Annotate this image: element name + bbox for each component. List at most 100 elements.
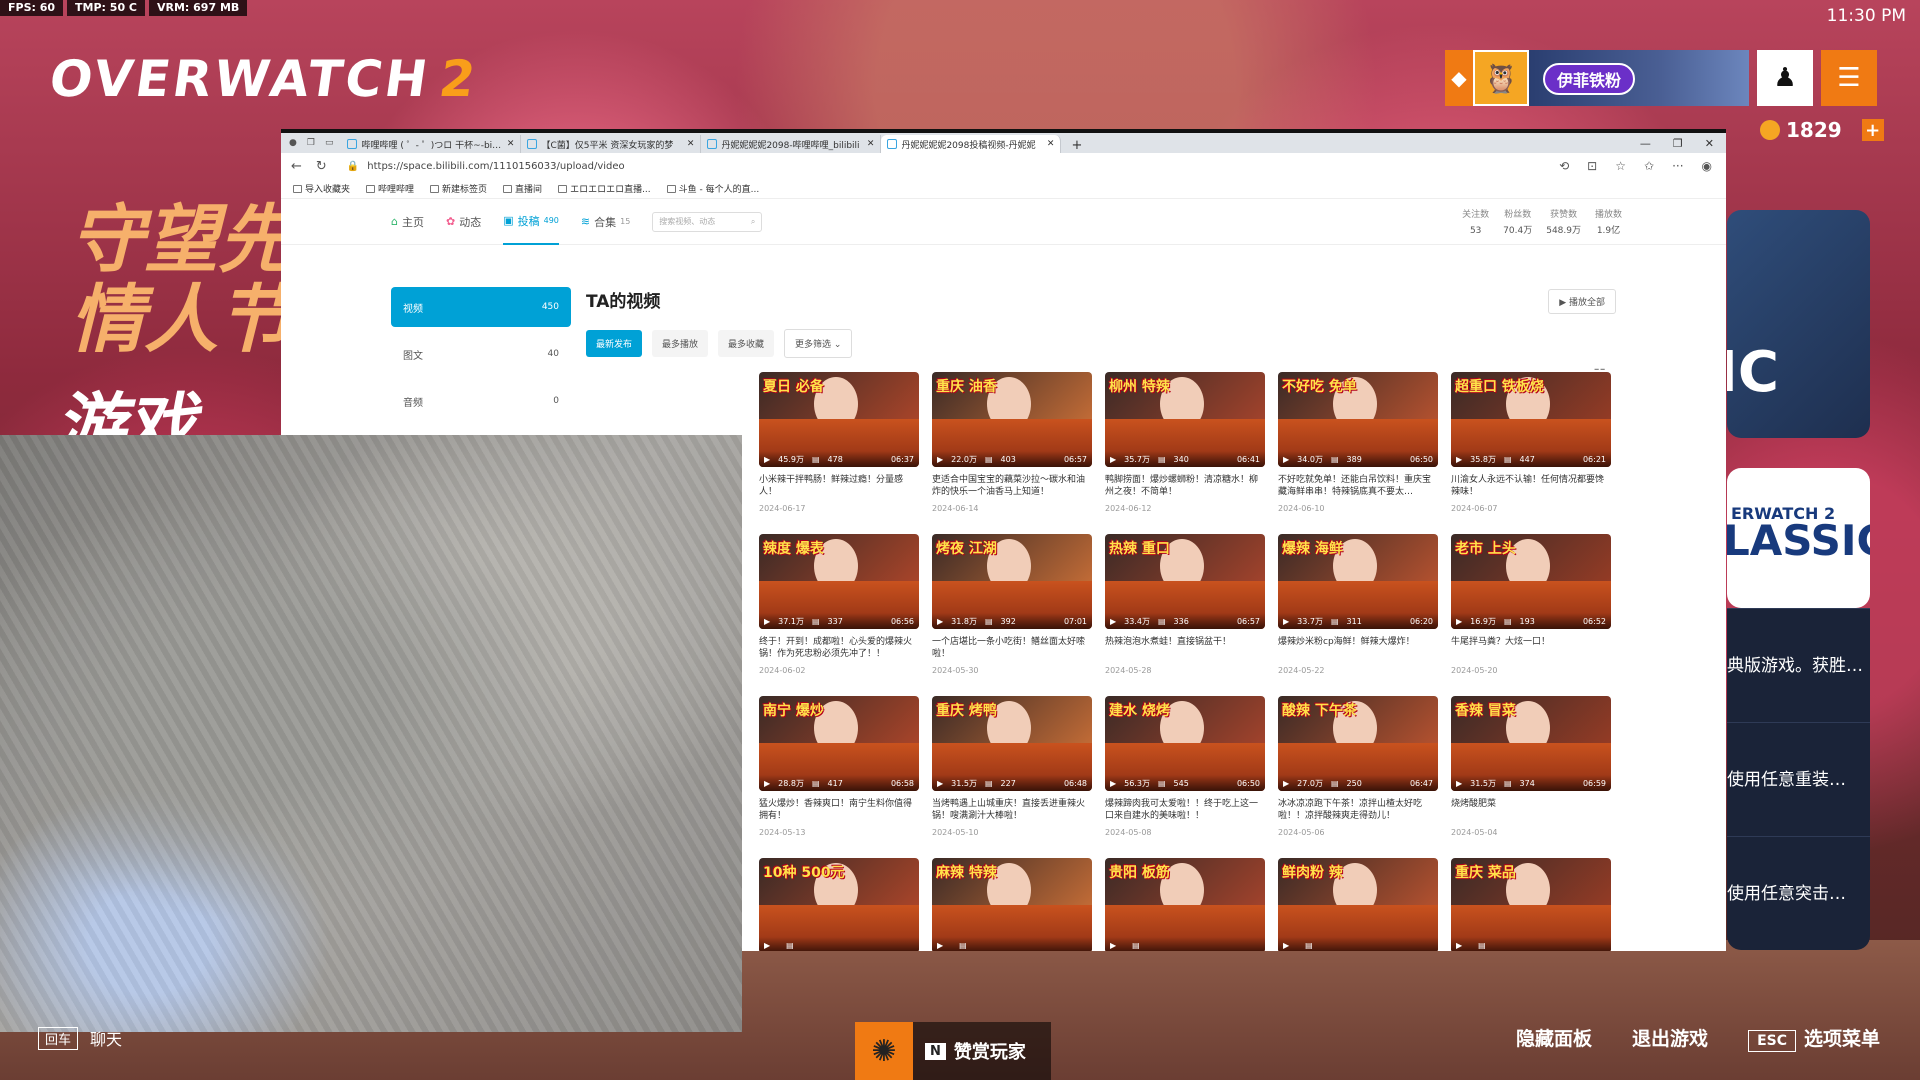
video-title[interactable]: 爆辣炒米粉cp海鲜！鲜辣大爆炸！: [1278, 636, 1438, 660]
video-thumbnail[interactable]: 香辣 冒菜 ▶ 31.5万 ▤ 374 06:59: [1451, 696, 1611, 791]
favorite-star-icon[interactable]: ☆: [1615, 159, 1626, 173]
bookmark-item[interactable]: 新建标签页: [430, 182, 487, 195]
video-thumbnail[interactable]: 不好吃 免单 ▶ 34.0万 ▤ 389 06:50: [1278, 372, 1438, 467]
bookmark-item[interactable]: 直播间: [503, 182, 542, 195]
video-thumbnail[interactable]: 老市 上头 ▶ 16.9万 ▤ 193 06:52: [1451, 534, 1611, 629]
filter-most-favorited[interactable]: 最多收藏: [718, 330, 775, 357]
video-thumbnail[interactable]: 柳州 特辣 ▶ 35.7万 ▤ 340 06:41: [1105, 372, 1265, 467]
video-title[interactable]: 当烤鸭遇上山城重庆！直接丢进重辣火锅！嗖满涮汁大棒啦！: [932, 798, 1092, 822]
bookmark-item[interactable]: 斗鱼 - 每个人的直...: [666, 182, 759, 195]
video-title[interactable]: 爆辣蹄肉我可太爱啦！！终于吃上这一口来自建水的美味啦！！: [1105, 798, 1265, 822]
video-thumbnail[interactable]: 10种 500元 ▶ ▤: [759, 858, 919, 951]
video-thumbnail[interactable]: 超重口 铁板烧 ▶ 35.8万 ▤ 447 06:21: [1451, 372, 1611, 467]
video-card[interactable]: 不好吃 免单 ▶ 34.0万 ▤ 389 06:50 不好吃就免单！还能白吊饮料！重庆宝藏海…: [1278, 372, 1438, 534]
menu-list-icon[interactable]: ☰: [1821, 50, 1877, 106]
workspaces-icon[interactable]: ❐: [307, 138, 315, 148]
video-card[interactable]: 爆辣 海鲜 ▶ 33.7万 ▤ 311 06:20 爆辣炒米粉cp海鲜！鲜辣大爆炸！ 2024…: [1278, 534, 1438, 696]
chat-label[interactable]: 聊天: [90, 1026, 122, 1050]
video-thumbnail[interactable]: 重庆 油香 ▶ 22.0万 ▤ 403 06:57: [932, 372, 1092, 467]
video-card[interactable]: 酸辣 下午茶 ▶ 27.0万 ▤ 250 06:47 冰冰凉凉跑下午茶！凉拌山楂太好吃啦！！…: [1278, 696, 1438, 858]
social-icon[interactable]: ♟: [1757, 50, 1813, 106]
video-title[interactable]: 热辣泡泡水煮蛙！直接锅盆干！: [1105, 636, 1265, 660]
video-card[interactable]: 重庆 菜品 ▶ ▤: [1451, 858, 1611, 951]
exit-game-button[interactable]: 退出游戏: [1632, 1024, 1708, 1051]
player-banner[interactable]: 伊菲铁粉: [1529, 50, 1749, 106]
video-title[interactable]: 牛尾拌马粪？大炫一口！: [1451, 636, 1611, 660]
video-thumbnail[interactable]: 夏日 必备 ▶ 45.9万 ▤ 478 06:37: [759, 372, 919, 467]
video-title[interactable]: 小米辣干拌鸭肠！鲜辣过瘾！分量感人！: [759, 474, 919, 498]
video-thumbnail[interactable]: 贵阳 板筋 ▶ ▤: [1105, 858, 1265, 951]
tab-actions-icon[interactable]: ▭: [325, 138, 334, 148]
video-title[interactable]: 冰冰凉凉跑下午茶！凉拌山楂太好吃啦！！凉拌酸辣爽走得劲儿！: [1278, 798, 1438, 822]
maximize-icon[interactable]: ❐: [1673, 137, 1683, 150]
profile-icon[interactable]: ●: [289, 138, 297, 148]
browser-tab-active[interactable]: 丹妮妮妮妮2098投稿视频-丹妮妮 ✕: [881, 135, 1062, 153]
video-title[interactable]: 吏适合中国宝宝的藕菜沙拉～碳水和油炸的快乐一个油香马上知道！: [932, 474, 1092, 498]
play-all-button[interactable]: ▶ 播放全部: [1548, 289, 1616, 314]
direction-icon[interactable]: ◆: [1445, 50, 1473, 106]
video-title[interactable]: 猛火爆炒！香辣爽口！南宁生料你值得拥有！: [759, 798, 919, 822]
video-thumbnail[interactable]: 重庆 菜品 ▶ ▤: [1451, 858, 1611, 951]
sidebar-item-article[interactable]: 图文 40: [391, 334, 571, 374]
video-card[interactable]: 重庆 烤鸭 ▶ 31.5万 ▤ 227 06:48 当烤鸭遇上山城重庆！直接丢进重辣火锅！嗖…: [932, 696, 1092, 858]
video-title[interactable]: 鸭脚捞面！爆炒螺蛳粉！清凉糖水！柳州之夜！不简单！: [1105, 474, 1265, 498]
news-card-classic[interactable]: ERWATCH 2 LASSIC: [1727, 468, 1870, 608]
video-card[interactable]: 香辣 冒菜 ▶ 31.5万 ▤ 374 06:59 烧烤酸肥菜 2024-05-04: [1451, 696, 1611, 858]
favorites-icon[interactable]: ✩: [1644, 159, 1654, 173]
video-card[interactable]: 超重口 铁板烧 ▶ 35.8万 ▤ 447 06:21 川渝女人永远不认输！任何情况都要馋辣…: [1451, 372, 1611, 534]
video-thumbnail[interactable]: 麻辣 特辣 ▶ ▤: [932, 858, 1092, 951]
video-title[interactable]: 烧烤酸肥菜: [1451, 798, 1611, 822]
video-card[interactable]: 热辣 重口 ▶ 33.4万 ▤ 336 06:57 热辣泡泡水煮蛙！直接锅盆干！ 2024-0…: [1105, 534, 1265, 696]
video-title[interactable]: 一个店堪比一条小吃街！鳝丝面太好嗦啦！: [932, 636, 1092, 660]
video-card[interactable]: 烤夜 江湖 ▶ 31.8万 ▤ 392 07:01 一个店堪比一条小吃街！鳝丝面太好嗦啦！ 2…: [932, 534, 1092, 696]
bookmark-item[interactable]: 导入收藏夹: [293, 182, 350, 195]
video-title[interactable]: 不好吃就免单！还能白吊饮料！重庆宝藏海鲜串串！特辣锅底真不要太…: [1278, 474, 1438, 498]
video-thumbnail[interactable]: 重庆 烤鸭 ▶ 31.5万 ▤ 227 06:48: [932, 696, 1092, 791]
video-card[interactable]: 10种 500元 ▶ ▤: [759, 858, 919, 951]
video-thumbnail[interactable]: 烤夜 江湖 ▶ 31.8万 ▤ 392 07:01: [932, 534, 1092, 629]
add-coins-button[interactable]: +: [1861, 119, 1884, 141]
back-icon[interactable]: ←: [291, 159, 302, 174]
close-tab-icon[interactable]: ✕: [687, 139, 695, 149]
news-card-hero[interactable]: IC: [1727, 210, 1870, 438]
sidebar-item-video[interactable]: 视频 450: [391, 287, 571, 327]
video-thumbnail[interactable]: 南宁 爆炒 ▶ 28.8万 ▤ 417 06:58: [759, 696, 919, 791]
news-item[interactable]: 使用任意突击…: [1727, 836, 1870, 950]
news-item[interactable]: 典版游戏。获胜…: [1727, 608, 1870, 722]
video-thumbnail[interactable]: 热辣 重口 ▶ 33.4万 ▤ 336 06:57: [1105, 534, 1265, 629]
video-card[interactable]: 麻辣 特辣 ▶ ▤: [932, 858, 1092, 951]
video-card[interactable]: 鲜肉粉 辣 ▶ ▤: [1278, 858, 1438, 951]
video-card[interactable]: 辣度 爆表 ▶ 37.1万 ▤ 337 06:56 终于！开到！成都啦！心头爱的爆辣火锅！作…: [759, 534, 919, 696]
filter-most-played[interactable]: 最多播放: [652, 330, 709, 357]
player-avatar[interactable]: 🦉: [1473, 50, 1529, 106]
video-card[interactable]: 贵阳 板筋 ▶ ▤: [1105, 858, 1265, 951]
video-thumbnail[interactable]: 爆辣 海鲜 ▶ 33.7万 ▤ 311 06:20: [1278, 534, 1438, 629]
options-menu-button[interactable]: ESC 选项菜单: [1748, 1024, 1880, 1052]
bookmark-item[interactable]: エロエロエロ直播...: [558, 182, 651, 195]
endorse-players-button[interactable]: ✺ N 赞赏玩家: [855, 1022, 1051, 1080]
close-tab-icon[interactable]: ✕: [507, 139, 515, 149]
filter-latest[interactable]: 最新发布: [586, 330, 643, 357]
minimize-icon[interactable]: —: [1640, 137, 1651, 150]
browser-tab[interactable]: 哔哩哔哩 ( ゜- ゜)つロ 干杯~-bilibi ✕: [341, 135, 522, 153]
translate-icon[interactable]: ⟲: [1559, 159, 1569, 173]
video-card[interactable]: 柳州 特辣 ▶ 35.7万 ▤ 340 06:41 鸭脚捞面！爆炒螺蛳粉！清凉糖水！柳州之夜…: [1105, 372, 1265, 534]
more-icon[interactable]: ···: [1672, 159, 1683, 173]
hide-panel-button[interactable]: 隐藏面板: [1516, 1024, 1592, 1051]
video-title[interactable]: 川渝女人永远不认输！任何情况都要馋辣味！: [1451, 474, 1611, 498]
reader-icon[interactable]: ⊡: [1587, 159, 1597, 173]
video-card[interactable]: 重庆 油香 ▶ 22.0万 ▤ 403 06:57 吏适合中国宝宝的藕菜沙拉～碳水和油炸的快…: [932, 372, 1092, 534]
filter-more[interactable]: 更多筛选 ⌄: [784, 329, 853, 358]
video-title[interactable]: 终于！开到！成都啦！心头爱的爆辣火锅！作为死忠粉必须先冲了！！: [759, 636, 919, 660]
url-field[interactable]: 🔒 https://space.bilibili.com/1110156033/…: [341, 156, 1545, 176]
browser-tab[interactable]: 丹妮妮妮妮2098-哔哩哔哩_bilibili ✕: [701, 135, 882, 153]
video-card[interactable]: 老市 上头 ▶ 16.9万 ▤ 193 06:52 牛尾拌马粪？大炫一口！ 2024-05-2…: [1451, 534, 1611, 696]
sidebar-item-audio[interactable]: 音频 0: [391, 381, 571, 421]
close-tab-icon[interactable]: ✕: [1047, 139, 1055, 149]
close-window-icon[interactable]: ✕: [1705, 137, 1714, 150]
close-tab-icon[interactable]: ✕: [867, 139, 875, 149]
refresh-icon[interactable]: ↻: [316, 159, 327, 174]
browser-tab[interactable]: 【C菌】仅5平米 资深女玩家的梦 ✕: [521, 135, 702, 153]
video-thumbnail[interactable]: 鲜肉粉 辣 ▶ ▤: [1278, 858, 1438, 951]
video-thumbnail[interactable]: 辣度 爆表 ▶ 37.1万 ▤ 337 06:56: [759, 534, 919, 629]
